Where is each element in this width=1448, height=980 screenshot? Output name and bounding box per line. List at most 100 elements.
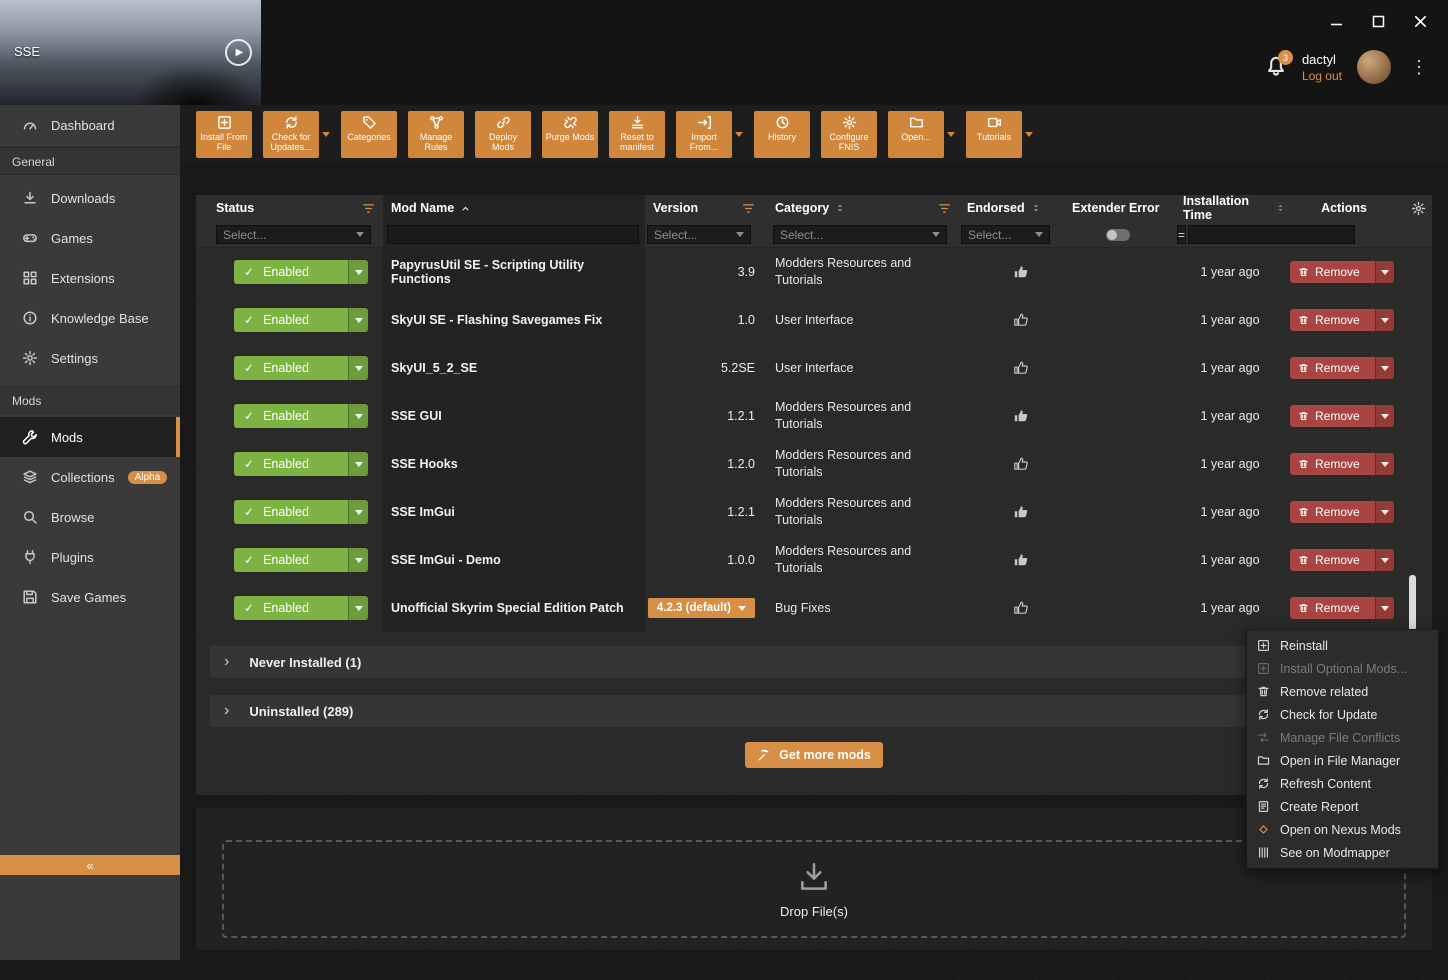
remove-dropdown-caret[interactable] xyxy=(1375,357,1394,379)
mod-enable-button[interactable]: ✓ Enabled xyxy=(234,452,368,476)
open-button[interactable]: Open... xyxy=(888,111,944,158)
remove-dropdown-caret[interactable] xyxy=(1375,597,1394,619)
mod-name-cell[interactable]: SSE ImGui - Demo xyxy=(383,536,645,584)
sidebar-item-collections[interactable]: Collections Alpha xyxy=(0,457,180,497)
mod-row[interactable]: ✓ Enabled SkyUI SE - Flashing Savegames … xyxy=(196,296,1432,344)
remove-dropdown-caret[interactable] xyxy=(1375,501,1394,523)
status-dropdown-caret[interactable] xyxy=(348,548,368,572)
menu-item-create-report[interactable]: Create Report xyxy=(1247,795,1438,818)
get-more-mods-button[interactable]: Get more mods xyxy=(745,742,883,768)
filter-list-icon[interactable] xyxy=(742,202,755,215)
remove-dropdown-caret[interactable] xyxy=(1375,453,1394,475)
play-button[interactable]: ▶ xyxy=(225,39,252,66)
filter-list-icon[interactable] xyxy=(362,202,375,215)
endorse-thumb-icon[interactable] xyxy=(1013,552,1029,568)
mod-name-cell[interactable]: Unofficial Skyrim Special Edition Patch xyxy=(383,584,645,632)
column-header-installation-time[interactable]: Installation Time xyxy=(1175,195,1285,221)
tutorials-dropdown[interactable] xyxy=(1025,132,1033,137)
mod-name-cell[interactable]: SSE Hooks xyxy=(383,440,645,488)
mod-row[interactable]: ✓ Enabled PapyrusUtil SE - Scripting Uti… xyxy=(196,248,1432,296)
overflow-menu-icon[interactable]: ⋮ xyxy=(1406,56,1432,78)
mod-name-filter-input[interactable] xyxy=(387,225,639,244)
menu-item-remove-related[interactable]: Remove related xyxy=(1247,680,1438,703)
column-header-endorsed[interactable]: Endorsed xyxy=(959,195,1062,221)
extender-error-filter-toggle[interactable] xyxy=(1106,229,1130,241)
remove-button[interactable]: Remove xyxy=(1290,357,1394,379)
mod-enable-button[interactable]: ✓ Enabled xyxy=(234,356,368,380)
remove-button[interactable]: Remove xyxy=(1290,309,1394,331)
history-button[interactable]: History xyxy=(754,111,810,158)
status-dropdown-caret[interactable] xyxy=(348,596,368,620)
time-filter-operator[interactable]: = xyxy=(1177,225,1186,244)
menu-item-check-for-update[interactable]: Check for Update xyxy=(1247,703,1438,726)
category-filter-select[interactable]: Select... xyxy=(773,225,947,244)
status-dropdown-caret[interactable] xyxy=(348,452,368,476)
install-from-file-button[interactable]: Install From File xyxy=(196,111,252,158)
endorse-thumb-icon[interactable] xyxy=(1013,312,1029,328)
mod-enable-button[interactable]: ✓ Enabled xyxy=(234,500,368,524)
vertical-scrollbar-thumb[interactable] xyxy=(1409,575,1416,637)
status-dropdown-caret[interactable] xyxy=(348,260,368,284)
import-from-button[interactable]: Import From... xyxy=(676,111,732,158)
open-dropdown[interactable] xyxy=(947,132,955,137)
group-uninstalled[interactable]: › Uninstalled (289) xyxy=(210,695,1418,727)
sidebar-item-downloads[interactable]: Downloads xyxy=(0,178,180,218)
sidebar-item-plugins[interactable]: Plugins xyxy=(0,537,180,577)
remove-button[interactable]: Remove xyxy=(1290,501,1394,523)
mod-row[interactable]: ✓ Enabled SSE ImGui - Demo 1.0.0 1.0.0 M… xyxy=(196,536,1432,584)
check-for-updates-dropdown[interactable] xyxy=(322,132,330,137)
remove-dropdown-caret[interactable] xyxy=(1375,549,1394,571)
check-for-updates-button[interactable]: Check for Updates... xyxy=(263,111,319,158)
column-header-mod-name[interactable]: Mod Name xyxy=(383,195,645,221)
remove-button[interactable]: Remove xyxy=(1290,453,1394,475)
remove-dropdown-caret[interactable] xyxy=(1375,261,1394,283)
menu-item-see-on-modmapper[interactable]: See on Modmapper xyxy=(1247,841,1438,864)
menu-item-refresh-content[interactable]: Refresh Content xyxy=(1247,772,1438,795)
mod-name-cell[interactable]: SSE ImGui xyxy=(383,488,645,536)
deploy-mods-button[interactable]: Deploy Mods xyxy=(475,111,531,158)
version-filter-select[interactable]: Select... xyxy=(647,225,751,244)
endorse-thumb-icon[interactable] xyxy=(1013,264,1029,280)
reset-to-manifest-button[interactable]: Reset to manifest xyxy=(609,111,665,158)
menu-item-open-on-nexus-mods[interactable]: Open on Nexus Mods xyxy=(1247,818,1438,841)
sidebar-collapse-bar[interactable]: « xyxy=(0,855,180,875)
mod-row[interactable]: ✓ Enabled SSE GUI 1.2.1 1.2.1 Modders Re… xyxy=(196,392,1432,440)
mod-enable-button[interactable]: ✓ Enabled xyxy=(234,548,368,572)
status-dropdown-caret[interactable] xyxy=(348,308,368,332)
categories-button[interactable]: Categories xyxy=(341,111,397,158)
sidebar-item-games[interactable]: Games xyxy=(0,218,180,258)
manage-rules-button[interactable]: Manage Rules xyxy=(408,111,464,158)
table-gear-icon[interactable] xyxy=(1411,201,1426,216)
sidebar-item-save-games[interactable]: Save Games xyxy=(0,577,180,617)
mod-enable-button[interactable]: ✓ Enabled xyxy=(234,404,368,428)
sidebar-item-browse[interactable]: Browse xyxy=(0,497,180,537)
import-from-dropdown[interactable] xyxy=(735,132,743,137)
minimize-button[interactable] xyxy=(1328,13,1344,29)
remove-button[interactable]: Remove xyxy=(1290,261,1394,283)
endorsed-filter-select[interactable]: Select... xyxy=(961,225,1050,244)
mod-row[interactable]: ✓ Enabled SkyUI_5_2_SE 5.2SE 5.2SE User … xyxy=(196,344,1432,392)
notifications-bell-icon[interactable]: 3 xyxy=(1265,55,1287,79)
column-header-version[interactable]: Version xyxy=(645,195,763,221)
close-button[interactable] xyxy=(1412,13,1428,29)
menu-item-open-in-file-manager[interactable]: Open in File Manager xyxy=(1247,749,1438,772)
remove-button[interactable]: Remove xyxy=(1290,549,1394,571)
mod-name-cell[interactable]: SSE GUI xyxy=(383,392,645,440)
logout-link[interactable]: Log out xyxy=(1302,69,1342,83)
mod-row[interactable]: ✓ Enabled Unofficial Skyrim Special Edit… xyxy=(196,584,1432,632)
remove-dropdown-caret[interactable] xyxy=(1375,309,1394,331)
avatar[interactable] xyxy=(1357,50,1391,84)
status-filter-select[interactable]: Select... xyxy=(216,225,371,244)
endorse-thumb-icon[interactable] xyxy=(1013,600,1029,616)
mod-name-cell[interactable]: PapyrusUtil SE - Scripting Utility Funct… xyxy=(383,248,645,296)
configure-fnis-button[interactable]: Configure FNIS xyxy=(821,111,877,158)
mod-enable-button[interactable]: ✓ Enabled xyxy=(234,596,368,620)
sidebar-item-settings[interactable]: Settings xyxy=(0,338,180,378)
endorse-thumb-icon[interactable] xyxy=(1013,408,1029,424)
sidebar-item-knowledge-base[interactable]: Knowledge Base xyxy=(0,298,180,338)
group-never-installed[interactable]: › Never Installed (1) xyxy=(210,646,1418,678)
version-badge[interactable]: 4.2.3 (default) xyxy=(648,598,755,618)
status-dropdown-caret[interactable] xyxy=(348,356,368,380)
maximize-button[interactable] xyxy=(1370,13,1386,29)
remove-dropdown-caret[interactable] xyxy=(1375,405,1394,427)
